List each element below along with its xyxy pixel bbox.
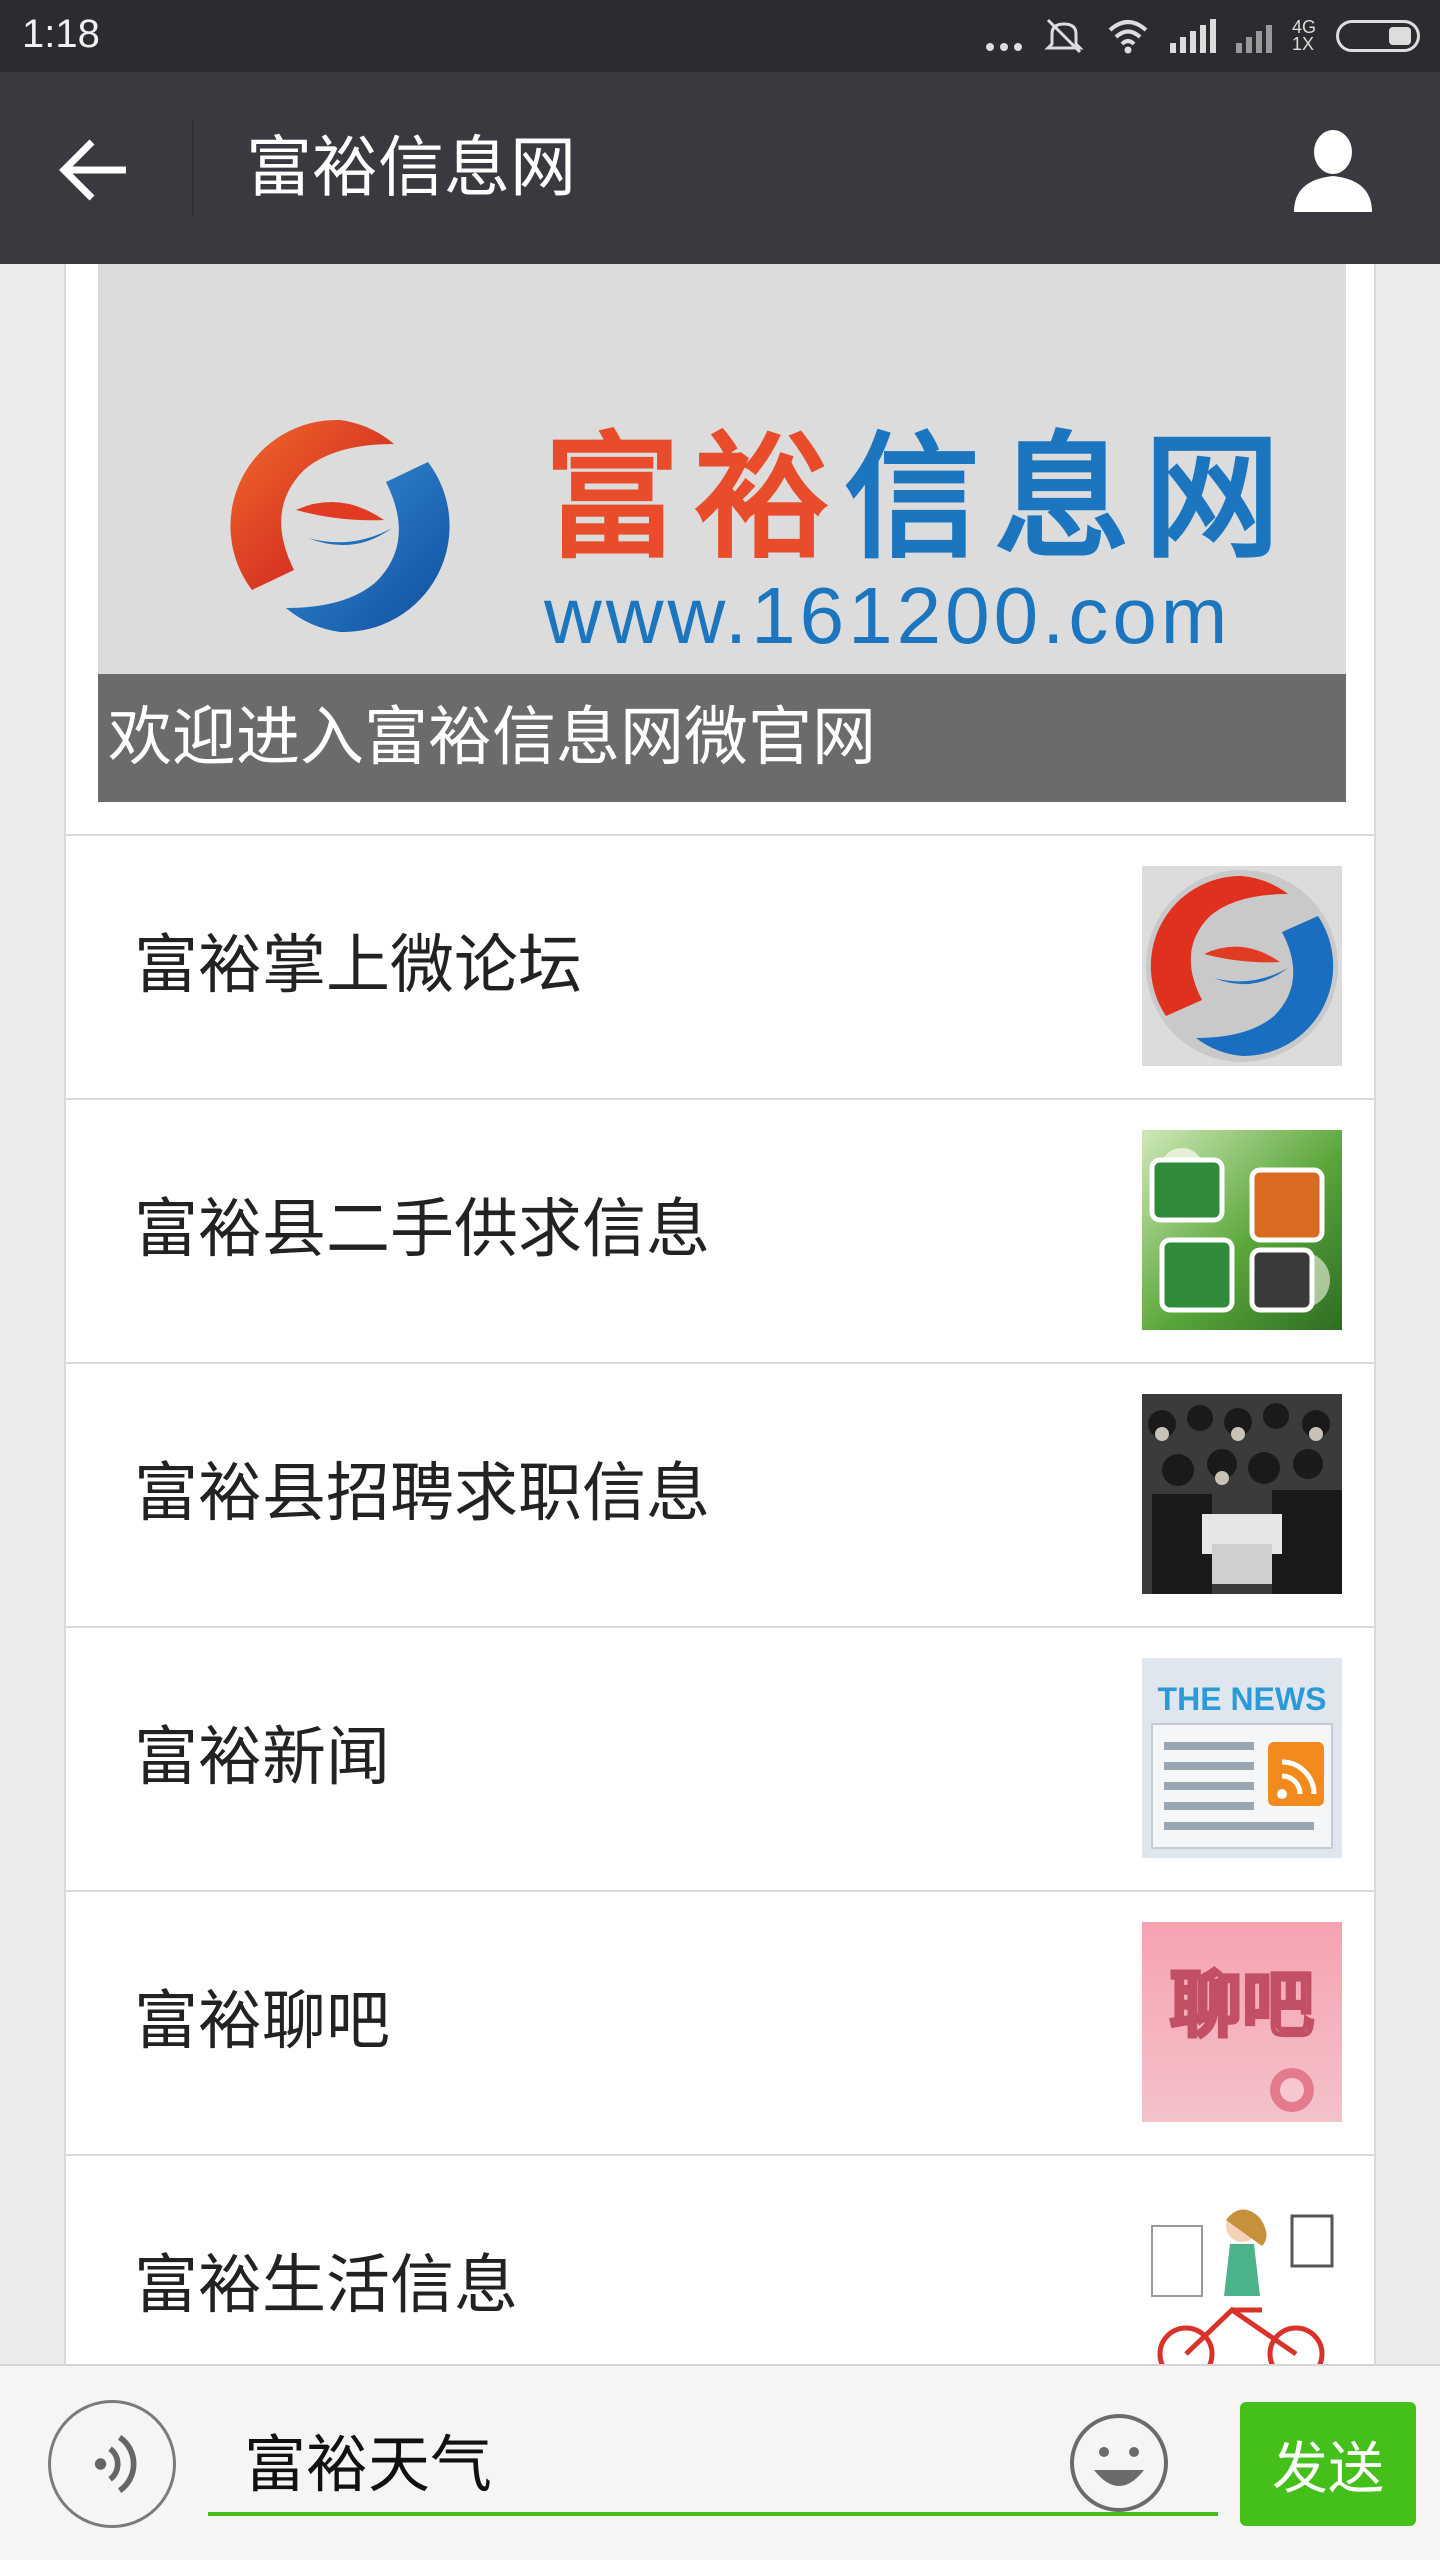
- status-bar: 1:18 4G 1X: [0, 0, 1440, 72]
- signal-2-icon: [1235, 19, 1272, 53]
- back-arrow-icon[interactable]: [56, 130, 136, 210]
- message-input[interactable]: [208, 2406, 1218, 2516]
- person-icon[interactable]: [1288, 124, 1378, 214]
- content-card: 富裕信息网 www.161200.com 欢迎进入富裕信息网微官网 富裕掌上微论…: [64, 264, 1376, 2364]
- list-item-label: 富裕县招聘求职信息: [134, 1457, 710, 1531]
- more-dots-icon: [985, 21, 1022, 51]
- page-title: 富裕信息网: [246, 129, 576, 206]
- list-item-secondhand[interactable]: 富裕县二手供求信息: [66, 1098, 1374, 1362]
- voice-icon[interactable]: [48, 2400, 176, 2528]
- input-bar: 发送: [0, 2364, 1440, 2560]
- news-thumbnail: THE NEWS: [1142, 1658, 1342, 1858]
- job-fair-thumbnail: [1142, 1394, 1342, 1594]
- banner-brand-text: 富裕信息网: [544, 420, 1294, 578]
- banner-url: www.161200.com: [544, 571, 1232, 660]
- emoji-icon[interactable]: [1068, 2412, 1170, 2514]
- send-button[interactable]: 发送: [1240, 2402, 1416, 2526]
- status-icons: 4G 1X: [985, 14, 1420, 58]
- list-item-label: 富裕生活信息: [134, 2249, 518, 2323]
- list-item-forum[interactable]: 富裕掌上微论坛: [66, 834, 1374, 1098]
- battery-icon: [1336, 20, 1420, 52]
- wifi-icon: [1108, 20, 1148, 54]
- menu-list: 富裕掌上微论坛 富裕县二手供求信息 富裕县招聘求职信息 富裕新闻 THE NEW…: [66, 834, 1374, 2364]
- list-item-label: 富裕聊吧: [134, 1985, 390, 2059]
- bicycle-girl-thumbnail: [1142, 2186, 1342, 2364]
- list-item-chat[interactable]: 富裕聊吧 聊吧: [66, 1890, 1374, 2154]
- flea-market-thumbnail: [1142, 1130, 1342, 1330]
- svg-text:聊吧: 聊吧: [1170, 1963, 1314, 2047]
- svg-text:THE NEWS: THE NEWS: [1158, 1681, 1327, 1717]
- signal-icon: [1169, 19, 1216, 53]
- banner[interactable]: 富裕信息网 www.161200.com 欢迎进入富裕信息网微官网: [98, 264, 1346, 802]
- status-time: 1:18: [22, 12, 100, 56]
- chat-bar-thumbnail: 聊吧: [1142, 1922, 1342, 2122]
- brand-logo-icon: [230, 419, 450, 633]
- list-item-jobs[interactable]: 富裕县招聘求职信息: [66, 1362, 1374, 1626]
- banner-caption: 欢迎进入富裕信息网微官网: [98, 674, 1346, 802]
- forum-logo-thumbnail: [1142, 866, 1342, 1066]
- list-item-label: 富裕新闻: [134, 1721, 390, 1795]
- mute-icon: [1044, 18, 1084, 54]
- network-type: 4G 1X: [1291, 17, 1316, 54]
- list-item-life[interactable]: 富裕生活信息: [66, 2154, 1374, 2364]
- list-item-label: 富裕掌上微论坛: [134, 929, 582, 1003]
- title-divider: [192, 120, 194, 216]
- list-item-news[interactable]: 富裕新闻 THE NEWS: [66, 1626, 1374, 1890]
- title-bar: 富裕信息网: [0, 72, 1440, 264]
- list-item-label: 富裕县二手供求信息: [134, 1193, 710, 1267]
